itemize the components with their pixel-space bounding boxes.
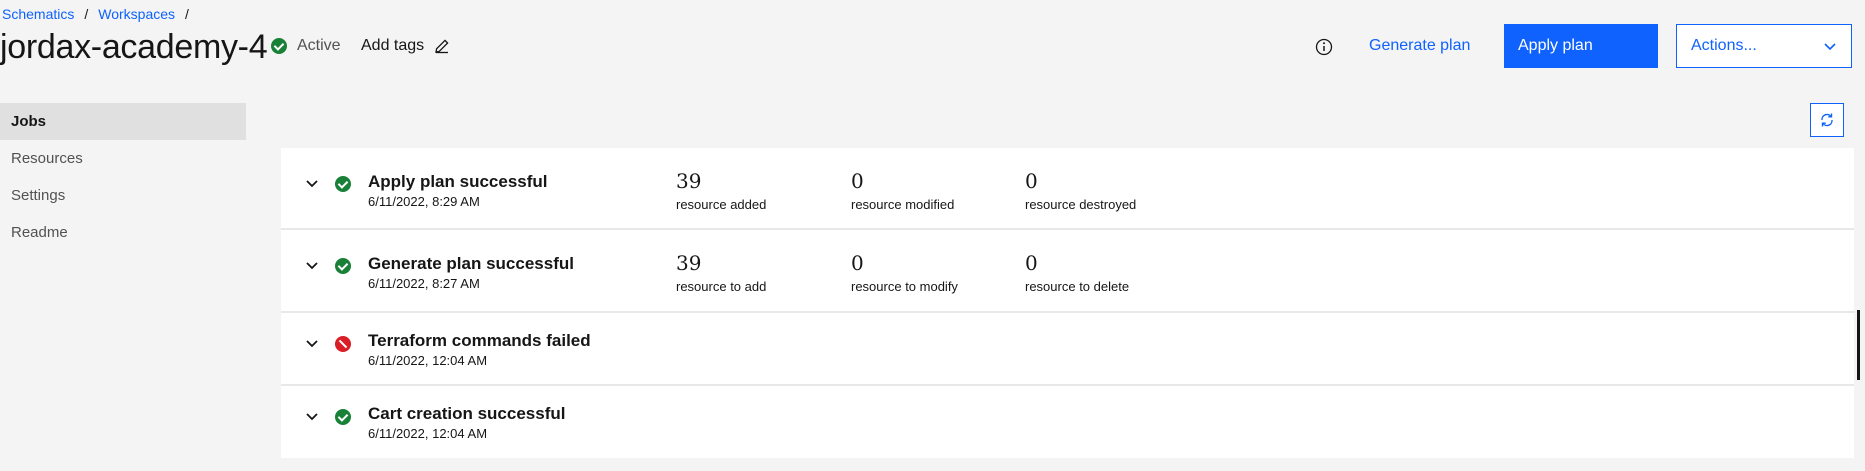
- checkmark-filled-icon: [271, 38, 287, 54]
- stat-label: resource destroyed: [1025, 197, 1137, 212]
- jobs-list: Apply plan successful 6/11/2022, 8:29 AM…: [281, 148, 1854, 458]
- page-title: jordax-academy-4: [0, 28, 268, 66]
- refresh-button[interactable]: [1810, 103, 1844, 137]
- stat-value: 0: [1025, 251, 1038, 275]
- stat-value: 0: [851, 251, 864, 275]
- job-row[interactable]: Apply plan successful 6/11/2022, 8:29 AM…: [281, 148, 1854, 230]
- sidebar-item-settings[interactable]: Settings: [0, 177, 246, 214]
- job-row[interactable]: Cart creation successful 6/11/2022, 12:0…: [281, 386, 1854, 458]
- status-label: Active: [297, 37, 341, 54]
- information-icon[interactable]: [1314, 37, 1334, 57]
- add-tags-button[interactable]: Add tags: [361, 37, 450, 55]
- sidebar: Jobs Resources Settings Readme: [0, 103, 246, 251]
- stat-value: 39: [676, 251, 702, 275]
- apply-plan-button[interactable]: Apply plan: [1504, 24, 1658, 68]
- job-row[interactable]: Terraform commands failed 6/11/2022, 12:…: [281, 313, 1854, 386]
- job-row[interactable]: Generate plan successful 6/11/2022, 8:27…: [281, 230, 1854, 313]
- misuse-icon: [335, 336, 351, 352]
- breadcrumb-separator: /: [185, 6, 189, 22]
- breadcrumb-separator: /: [84, 6, 89, 22]
- stat-label: resource modified: [851, 197, 955, 212]
- stat-label: resource to modify: [851, 279, 958, 294]
- chevron-down-icon[interactable]: [305, 336, 319, 350]
- refresh-icon: [1821, 113, 1833, 127]
- stat-resource-destroyed: 0 resource destroyed: [1025, 169, 1136, 212]
- job-date: 6/11/2022, 8:29 AM: [368, 194, 480, 209]
- job-title: Apply plan successful: [368, 172, 548, 191]
- chevron-down-icon[interactable]: [305, 176, 319, 190]
- breadcrumb-schematics[interactable]: Schematics: [2, 6, 74, 22]
- stat-resource-modified: 0 resource modified: [851, 169, 954, 212]
- chevron-down-icon[interactable]: [305, 258, 319, 272]
- generate-plan-button[interactable]: Generate plan: [1357, 24, 1482, 68]
- sidebar-item-readme[interactable]: Readme: [0, 214, 246, 251]
- breadcrumb-workspaces[interactable]: Workspaces: [98, 6, 175, 22]
- sidebar-item-jobs[interactable]: Jobs: [0, 103, 246, 140]
- job-date: 6/11/2022, 12:04 AM: [368, 353, 488, 368]
- pencil-icon: [435, 39, 449, 54]
- sidebar-item-resources[interactable]: Resources: [0, 140, 246, 177]
- actions-label: Actions...: [1691, 37, 1757, 54]
- stat-resource-to-delete: 0 resource to delete: [1025, 251, 1129, 294]
- stat-resource-added: 39 resource added: [676, 169, 766, 212]
- stat-value: 39: [676, 169, 702, 193]
- stat-label: resource to delete: [1025, 279, 1130, 294]
- stat-value: 0: [851, 169, 864, 193]
- checkmark-filled-icon: [335, 176, 351, 192]
- actions-dropdown[interactable]: Actions...: [1676, 24, 1852, 68]
- stat-value: 0: [1025, 169, 1038, 193]
- chevron-down-icon: [1824, 43, 1836, 51]
- status-badge: Active: [271, 37, 341, 55]
- job-date: 6/11/2022, 12:04 AM: [368, 426, 488, 441]
- job-title: Generate plan successful: [368, 254, 574, 273]
- checkmark-filled-icon: [335, 409, 351, 425]
- breadcrumb: Schematics / Workspaces /: [2, 6, 199, 22]
- job-title: Terraform commands failed: [368, 331, 591, 350]
- stat-label: resource added: [676, 197, 767, 212]
- stat-resource-to-add: 39 resource to add: [676, 251, 766, 294]
- job-title: Cart creation successful: [368, 404, 566, 423]
- stat-label: resource to add: [676, 279, 767, 294]
- scrollbar-thumb[interactable]: [1857, 310, 1860, 380]
- add-tags-label: Add tags: [361, 37, 425, 54]
- stat-resource-to-modify: 0 resource to modify: [851, 251, 958, 294]
- checkmark-filled-icon: [335, 258, 351, 274]
- job-date: 6/11/2022, 8:27 AM: [368, 276, 480, 291]
- chevron-down-icon[interactable]: [305, 409, 319, 423]
